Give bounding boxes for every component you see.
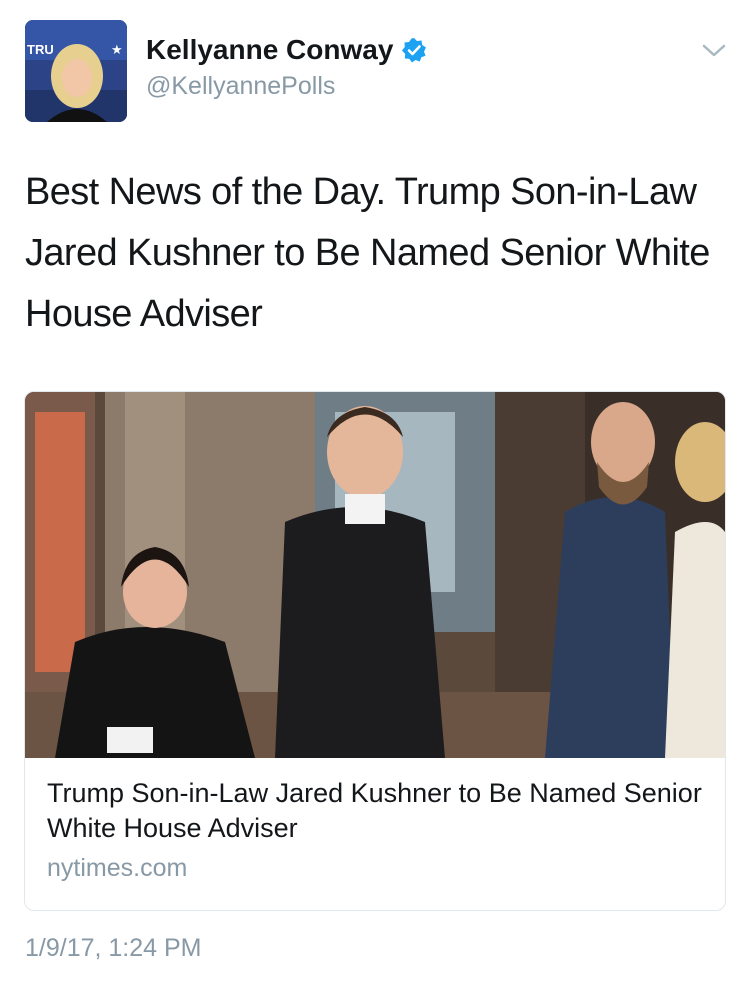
display-name[interactable]: Kellyanne Conway [146, 34, 393, 66]
tweet-text: Best News of the Day. Trump Son-in-Law J… [25, 171, 710, 335]
author-name-row[interactable]: Kellyanne Conway [146, 34, 427, 66]
user-handle[interactable]: @KellyannePolls [146, 72, 335, 101]
tweet-timestamp[interactable]: 1/9/17, 1:24 PM [25, 934, 202, 963]
card-image [25, 392, 725, 758]
link-card[interactable]: Trump Son-in-Law Jared Kushner to Be Nam… [24, 391, 726, 911]
card-domain: nytimes.com [47, 854, 188, 882]
avatar[interactable]: TRU ★ [25, 20, 127, 122]
chevron-down-icon[interactable] [700, 42, 728, 60]
svg-text:TRU: TRU [27, 42, 54, 57]
card-title[interactable]: Trump Son-in-Law Jared Kushner to Be Nam… [47, 776, 707, 846]
verified-badge-icon [401, 37, 427, 63]
svg-text:★: ★ [111, 42, 123, 57]
